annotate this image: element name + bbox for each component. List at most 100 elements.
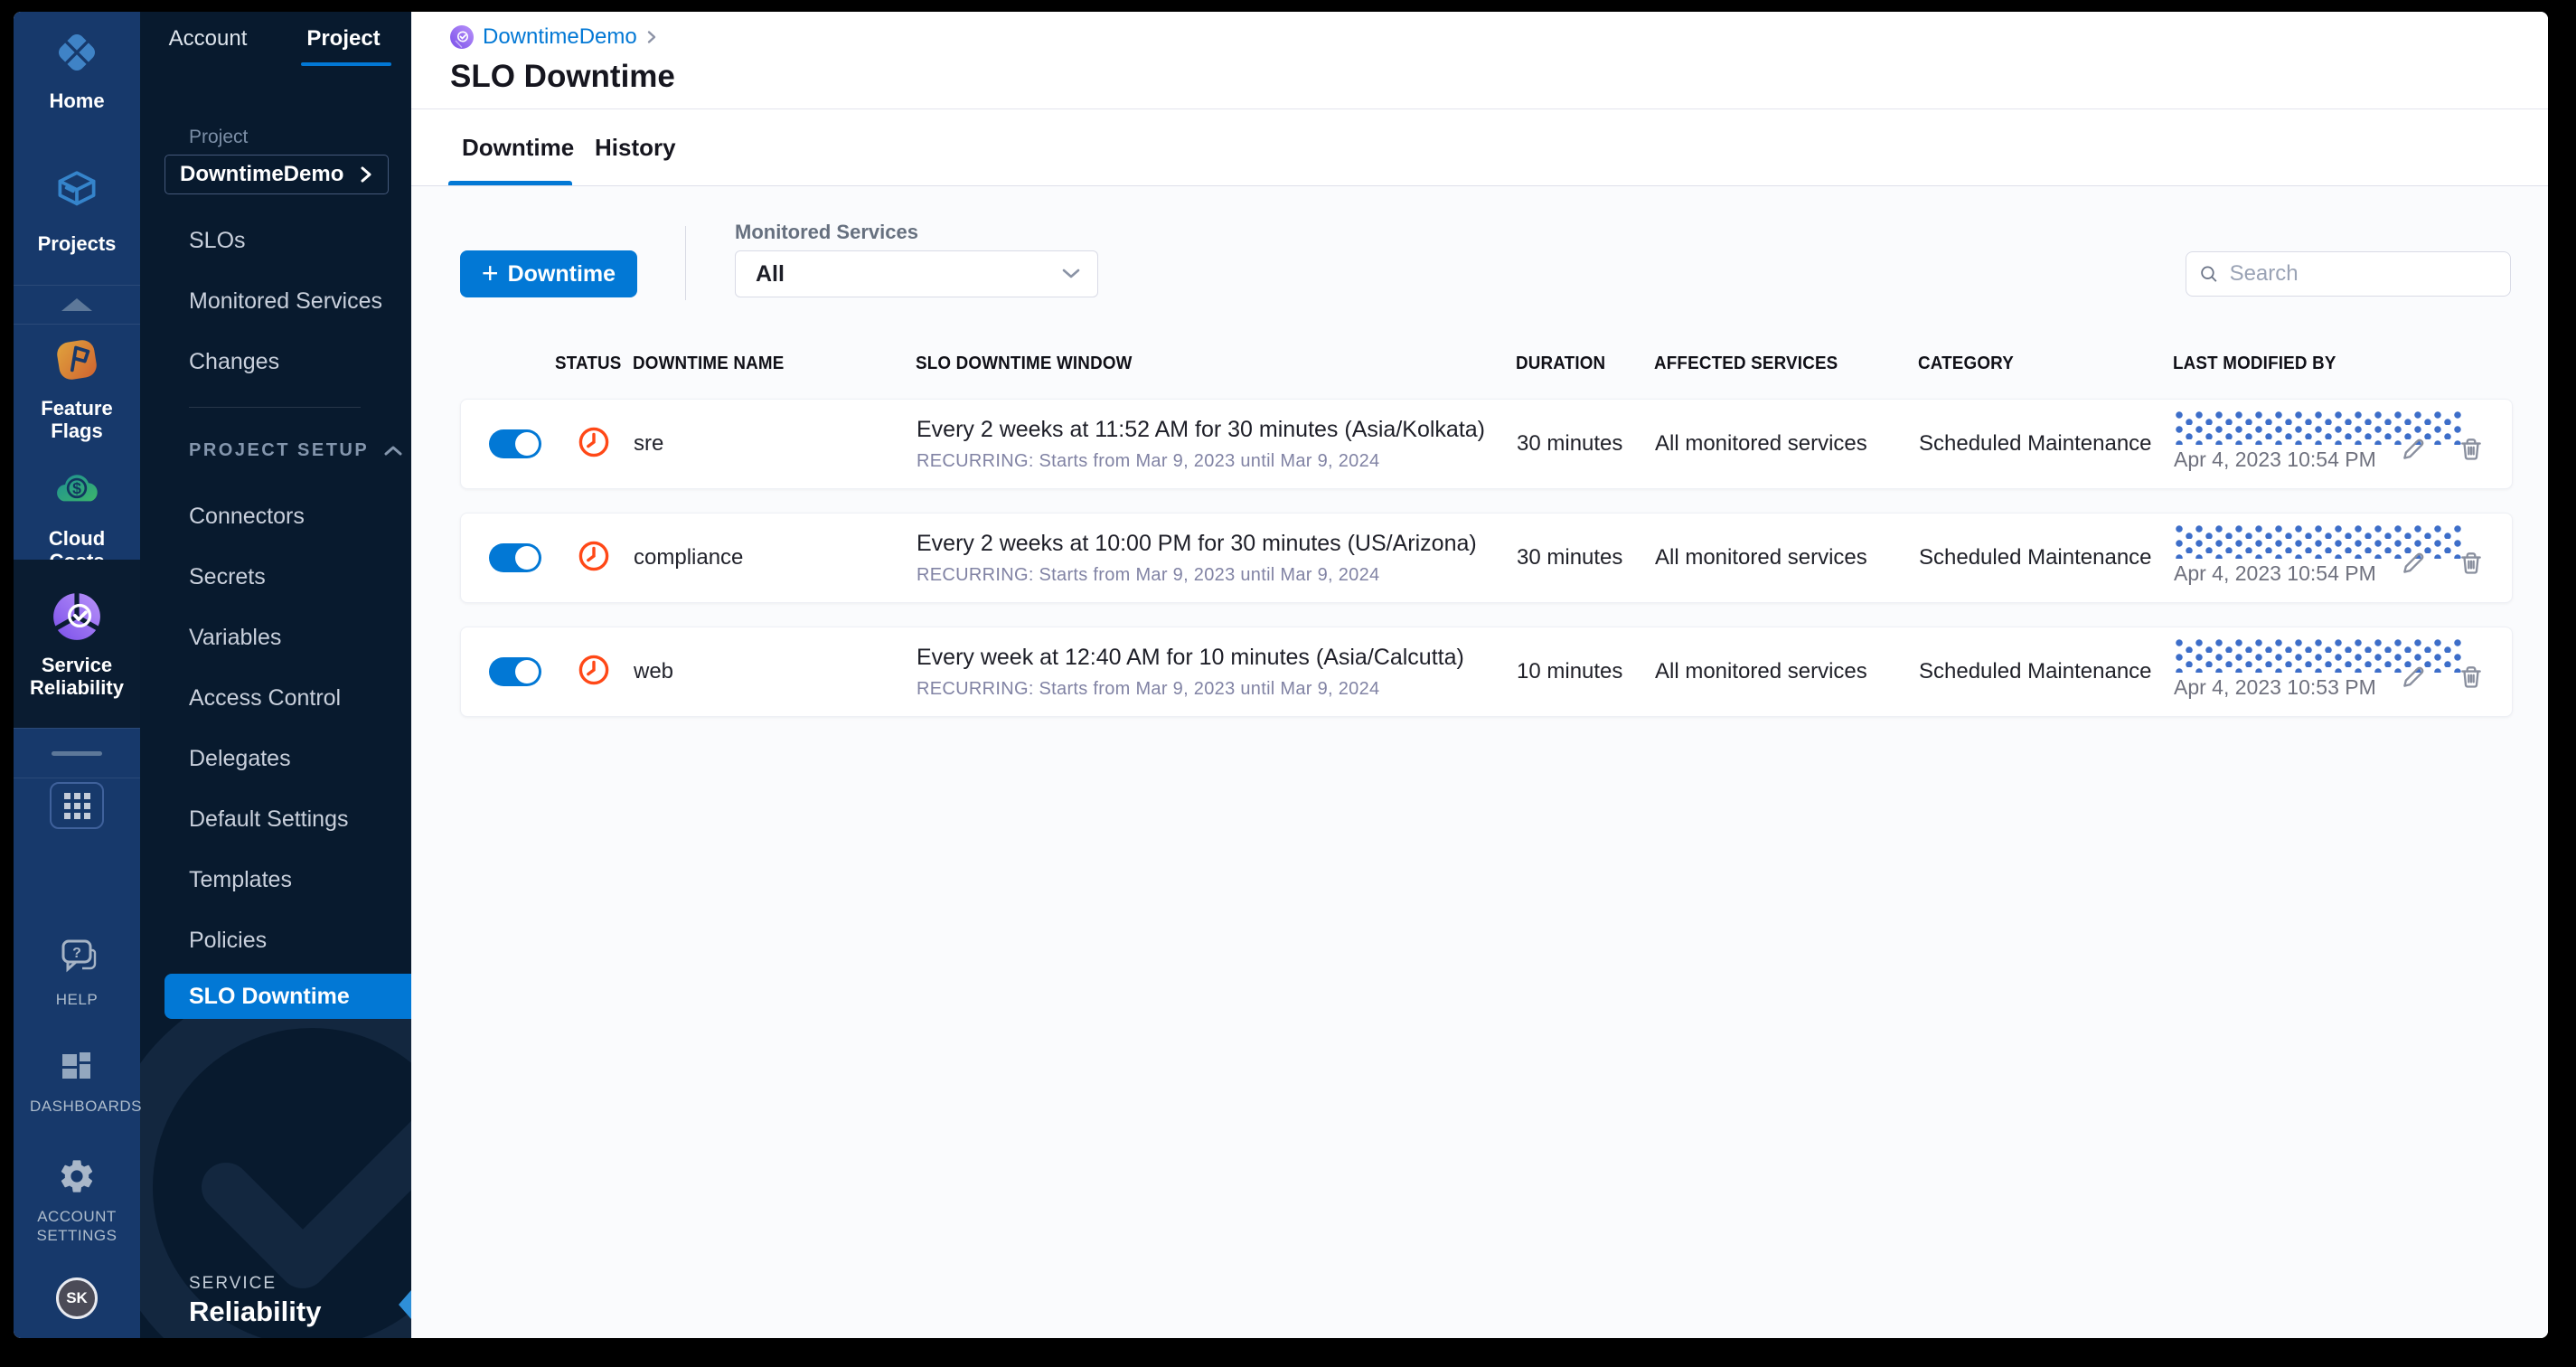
status-toggle[interactable]	[489, 429, 541, 458]
sidebar-item-label: DASHBOARDS	[30, 1098, 143, 1115]
chevron-down-icon	[1062, 269, 1080, 278]
dropdown-value: All	[756, 260, 785, 287]
sidebar-item-label: Home	[49, 90, 105, 112]
nav-item-templates[interactable]: Templates	[140, 850, 411, 910]
sidebar-item-service-reliability[interactable]: Service Reliability	[14, 590, 140, 700]
delete-icon[interactable]	[2458, 436, 2485, 463]
duration: 30 minutes	[1517, 545, 1623, 570]
col-status: STATUS	[555, 353, 622, 373]
active-tab-underline	[301, 62, 391, 66]
page-tabs: Downtime History	[411, 109, 2548, 185]
project-setup-section[interactable]: PROJECT SETUP	[140, 429, 411, 471]
nav-item-variables[interactable]: Variables	[140, 608, 411, 668]
nav-item-changes[interactable]: Changes	[140, 332, 411, 392]
tab-account[interactable]: Account	[140, 12, 276, 66]
sidebar-item-feature-flags[interactable]: Feature Flags	[14, 334, 140, 443]
project-field-label: Project	[189, 127, 249, 147]
nav-item-policies[interactable]: Policies	[140, 910, 411, 971]
col-slo-downtime-window: SLO DOWNTIME WINDOW	[916, 353, 1133, 373]
edit-icon[interactable]	[2400, 550, 2427, 577]
sidebar-item-dashboards[interactable]: DASHBOARDS	[14, 1050, 143, 1116]
affected-services: All monitored services	[1655, 659, 1867, 684]
sidebar-collapse-strip[interactable]	[14, 285, 140, 325]
category: Scheduled Maintenance	[1919, 659, 2152, 684]
delete-icon[interactable]	[2458, 664, 2485, 691]
project-selector[interactable]: DowntimeDemo	[165, 155, 389, 194]
recurring-clock-icon	[578, 655, 609, 684]
tab-project[interactable]: Project	[276, 12, 411, 66]
search-box	[2186, 251, 2511, 297]
tab-history[interactable]: History	[595, 109, 676, 185]
monitored-services-label: Monitored Services	[735, 221, 918, 243]
project-selector-value: DowntimeDemo	[180, 162, 344, 186]
nav-item-delegates[interactable]: Delegates	[140, 729, 411, 789]
toolbar-divider	[685, 226, 686, 300]
add-downtime-label: Downtime	[507, 260, 616, 287]
dashboards-icon	[59, 1050, 95, 1090]
category: Scheduled Maintenance	[1919, 545, 2152, 570]
affected-services: All monitored services	[1655, 545, 1867, 570]
nav-item-connectors[interactable]: Connectors	[140, 486, 411, 547]
nav-item-monitored-services[interactable]: Monitored Services	[140, 271, 411, 332]
module-picker-button[interactable]	[50, 782, 104, 829]
col-last-modified-by: LAST MODIFIED BY	[2173, 353, 2336, 373]
chevron-up-icon	[384, 446, 402, 456]
sidebar-item-projects[interactable]: Projects	[14, 167, 140, 255]
table-header: STATUS DOWNTIME NAME SLO DOWNTIME WINDOW…	[460, 342, 2513, 385]
status-toggle[interactable]	[489, 543, 541, 572]
sidebar-item-cloud-costs[interactable]: $ Cloud Costs	[14, 464, 140, 573]
nav-item-access-control[interactable]: Access Control	[140, 668, 411, 729]
sidebar-item-label: ACCOUNT SETTINGS	[36, 1208, 118, 1245]
table-row[interactable]: compliance Every 2 weeks at 10:00 PM for…	[460, 513, 2513, 603]
monitored-services-dropdown[interactable]: All	[735, 250, 1098, 297]
sidebar-item-home[interactable]: Home	[14, 26, 140, 112]
add-downtime-button[interactable]: + Downtime	[460, 250, 637, 297]
grid-icon	[63, 792, 90, 819]
search-icon	[2201, 266, 2217, 282]
project-setup-label: PROJECT SETUP	[189, 439, 370, 460]
nav-item-secrets[interactable]: Secrets	[140, 547, 411, 608]
nav-item-slos[interactable]: SLOs	[140, 211, 411, 271]
collapse-up-icon	[61, 298, 92, 311]
sidebar-item-account-settings[interactable]: ACCOUNT SETTINGS	[14, 1156, 140, 1246]
search-input[interactable]	[2229, 261, 2497, 287]
dollar-glyph: $	[72, 479, 81, 497]
nav-item-slo-downtime-selected[interactable]: SLO Downtime	[165, 974, 411, 1019]
edit-icon[interactable]	[2400, 436, 2427, 463]
scope-tabs: Account Project	[140, 12, 411, 66]
user-avatar[interactable]: SK	[56, 1277, 98, 1319]
edit-icon[interactable]	[2400, 664, 2427, 691]
downtime-window: Every 2 weeks at 10:00 PM for 30 minutes…	[917, 530, 1477, 556]
chevron-right-icon	[361, 166, 371, 183]
cloud-costs-icon: $	[51, 464, 103, 521]
table-row[interactable]: sre Every 2 weeks at 11:52 AM for 30 min…	[460, 399, 2513, 489]
delete-icon[interactable]	[2458, 550, 2485, 577]
sidebar-item-help[interactable]: ? HELP	[14, 936, 140, 1009]
downtime-recurring: RECURRING: Starts from Mar 9, 2023 until…	[917, 678, 1380, 699]
col-category: CATEGORY	[1918, 353, 2014, 373]
nav-item-default-settings[interactable]: Default Settings	[140, 789, 411, 850]
downtime-name: compliance	[634, 545, 744, 570]
panel-collapse-handle[interactable]	[399, 1290, 411, 1319]
tab-downtime[interactable]: Downtime	[462, 109, 574, 185]
breadcrumb-project-link[interactable]: DowntimeDemo	[483, 24, 637, 50]
sidebar-item-label: Service Reliability	[30, 654, 124, 700]
active-module-band: Service Reliability	[14, 560, 140, 728]
sidebar-item-label: Projects	[37, 232, 117, 255]
downtime-window: Every week at 12:40 AM for 10 minutes (A…	[917, 644, 1464, 670]
sidebar-item-label: Feature Flags	[41, 397, 113, 443]
gear-icon	[57, 1156, 97, 1201]
table-row[interactable]: web Every week at 12:40 AM for 10 minute…	[460, 627, 2513, 717]
recurring-clock-icon	[578, 541, 609, 570]
projects-cube-icon	[52, 167, 102, 226]
status-toggle[interactable]	[489, 657, 541, 686]
chevron-right-icon	[647, 31, 655, 43]
sidebar-divider-strip[interactable]	[14, 728, 140, 778]
feature-flags-icon	[51, 334, 103, 391]
page-title: SLO Downtime	[450, 59, 675, 94]
downtime-name: web	[634, 659, 674, 684]
nav-panel: Account Project Project DowntimeDemo SLO…	[140, 12, 411, 1338]
downtime-name: sre	[634, 431, 664, 456]
avatar-initials: SK	[66, 1289, 88, 1306]
downtime-window: Every 2 weeks at 11:52 AM for 30 minutes…	[917, 416, 1485, 442]
